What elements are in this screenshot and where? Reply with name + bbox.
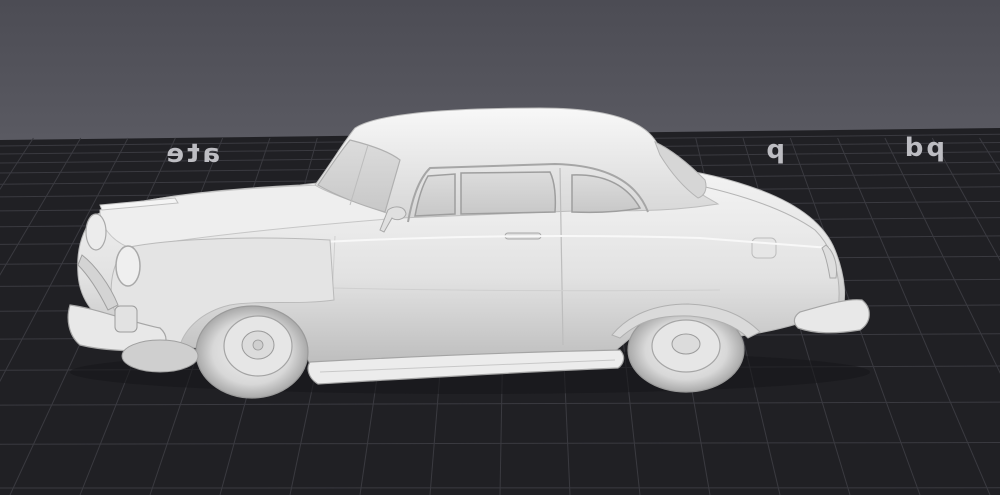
headlight-outer [85,213,107,251]
front-wheel [195,305,309,399]
bed-label-right: pd [902,133,945,163]
scene-canvas[interactable]: ate p pd [0,0,1000,495]
headlight [115,245,141,287]
fuel-door [751,237,777,259]
far-front-wheel [121,339,199,373]
bed-label-mid: p [763,135,785,165]
bumper-guard [114,305,138,333]
3d-viewport[interactable]: ate p pd [0,0,1000,495]
door-window [460,171,557,215]
bed-label-left: ate [163,139,220,169]
